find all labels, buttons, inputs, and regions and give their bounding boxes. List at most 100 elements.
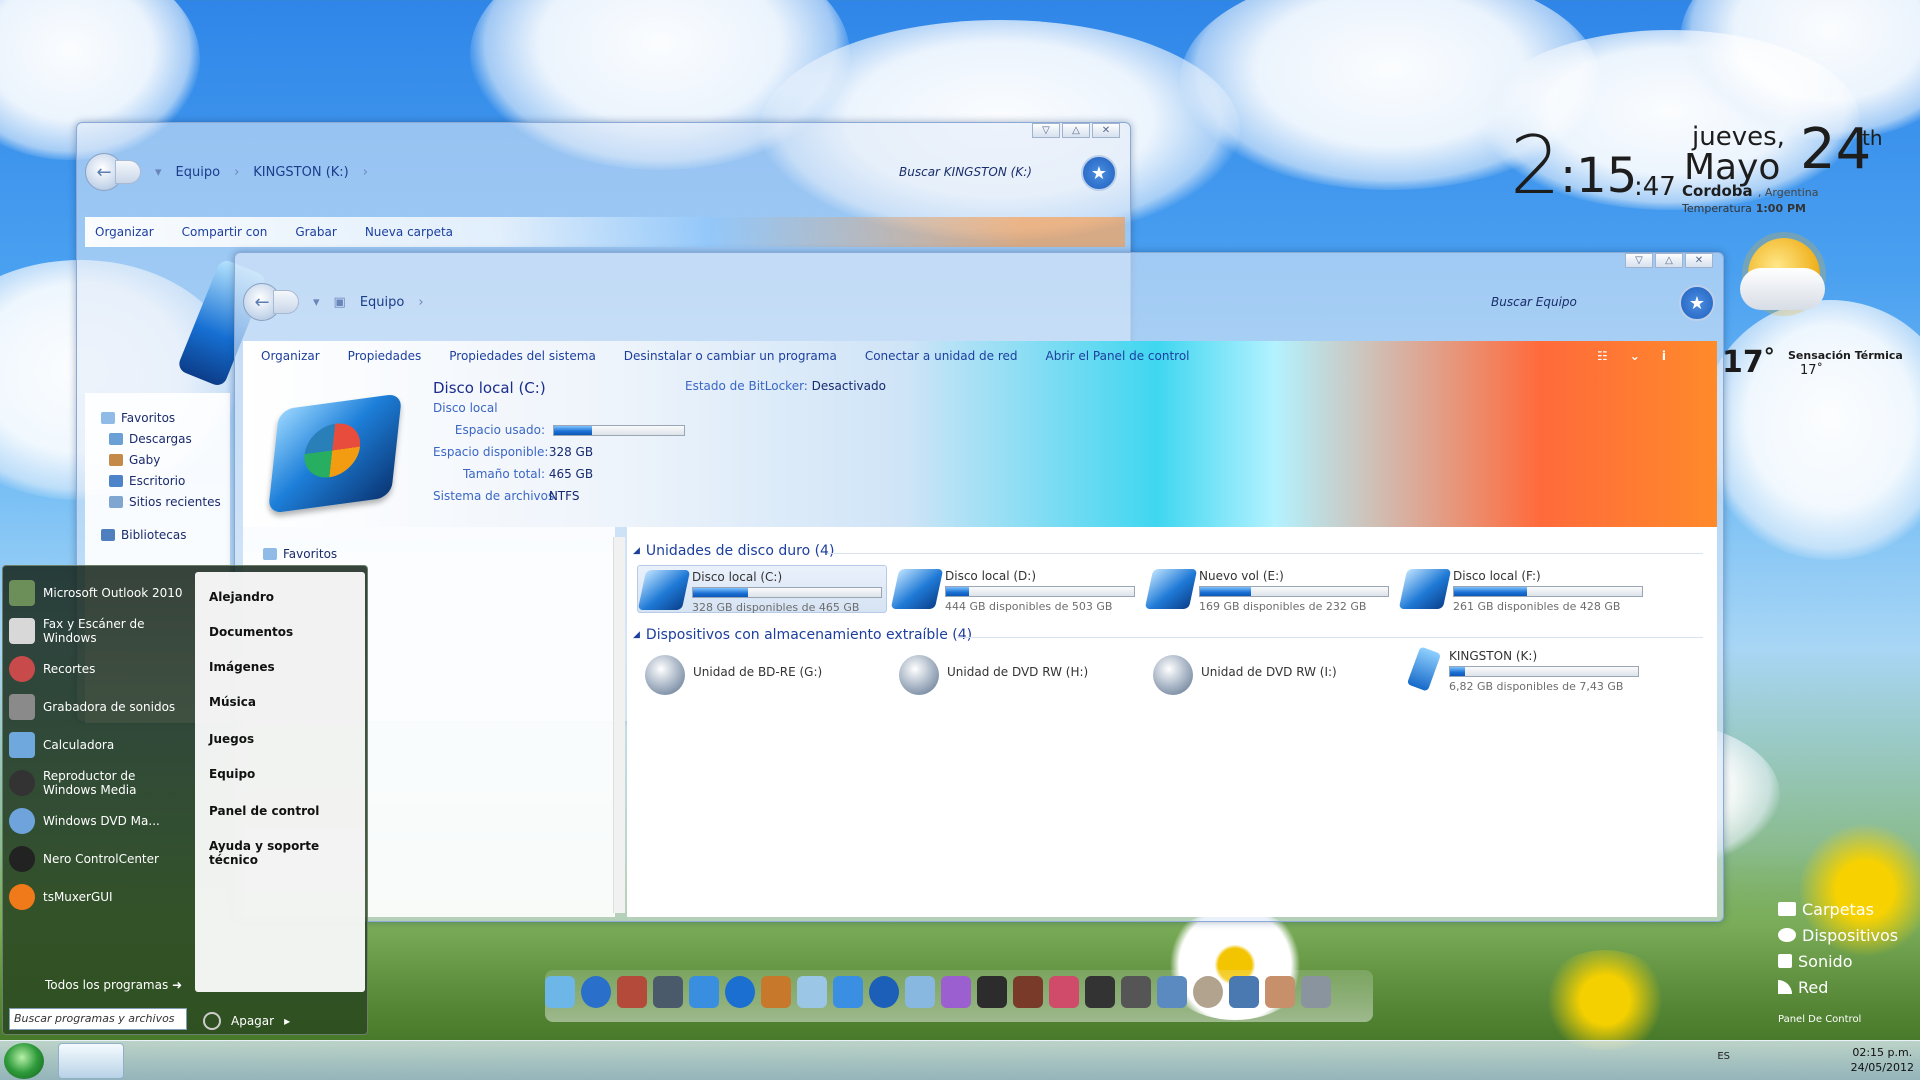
program-fax[interactable]: Fax y Escáner de Windows (9, 612, 189, 650)
cmd-grabar[interactable]: Grabar (295, 225, 337, 239)
dock-brush-icon[interactable] (941, 976, 971, 1008)
forward-button[interactable] (115, 160, 141, 184)
program-dvd-maker[interactable]: Windows DVD Ma... (9, 802, 189, 840)
drive-tile-k[interactable]: KINGSTON (K:) 6,82 GB disponibles de 7,43… (1399, 645, 1649, 693)
cmd-compartir[interactable]: Compartir con (182, 225, 268, 239)
system-clock[interactable]: 02:15 p.m. 24/05/2012 (1851, 1045, 1914, 1075)
close-button[interactable]: ✕ (1685, 253, 1713, 268)
program-recortes[interactable]: Recortes (9, 650, 189, 688)
arrow-right-icon[interactable]: ▸ (284, 1014, 290, 1028)
minimize-button[interactable]: ▽ (1032, 123, 1060, 138)
scrollbar[interactable] (613, 537, 625, 913)
cmd-panel-control[interactable]: Abrir el Panel de control (1046, 349, 1190, 363)
language-indicator[interactable]: ES (1717, 1051, 1730, 1062)
cmd-organizar[interactable]: Organizar (95, 225, 154, 239)
dock-vlc-icon[interactable] (1193, 976, 1223, 1008)
favorites-star-icon[interactable]: ★ (1081, 155, 1117, 191)
start-search-input[interactable]: Buscar programas y archivos (9, 1008, 187, 1030)
dock-media-icon[interactable] (1121, 976, 1151, 1008)
help-icon[interactable]: i (1662, 349, 1666, 363)
dock-network-icon[interactable] (869, 976, 899, 1008)
dock-feather-icon[interactable] (689, 976, 719, 1008)
drive-tile-f[interactable]: Disco local (F:) 261 GB disponibles de 42… (1398, 565, 1649, 613)
start-link-equipo[interactable]: Equipo (209, 767, 255, 781)
dock-document-icon[interactable] (833, 976, 863, 1008)
breadcrumb-kingston[interactable]: KINGSTON (K:) (253, 165, 349, 180)
nav-favoritos[interactable]: Favoritos (101, 407, 230, 428)
start-link-documentos[interactable]: Documentos (209, 625, 293, 639)
shutdown-button[interactable]: Apagar ▸ (203, 1012, 290, 1030)
minimize-button[interactable]: ▽ (1625, 253, 1653, 268)
program-tsmuxer[interactable]: tsMuxerGUI (9, 878, 189, 916)
nav-favoritos[interactable]: Favoritos (263, 543, 615, 564)
nav-escritorio[interactable]: Escritorio (101, 470, 230, 491)
cmd-propiedades[interactable]: Propiedades (348, 349, 422, 363)
cmd-conectar-unidad[interactable]: Conectar a unidad de red (865, 349, 1018, 363)
group-hard-drives[interactable]: ◢ Unidades de disco duro (4) (633, 543, 834, 559)
chevron-down-icon[interactable]: ▾ (313, 295, 320, 310)
drive-tile-c[interactable]: Disco local (C:) 328 GB disponibles de 46… (637, 565, 887, 614)
drive-tile-g[interactable]: Unidad de BD-RE (G:) (637, 651, 887, 699)
dock-wordpress-icon[interactable] (581, 976, 611, 1008)
nav-descargas[interactable]: Descargas (101, 428, 230, 449)
drive-tile-h[interactable]: Unidad de DVD RW (H:) (891, 651, 1141, 699)
dock-tools-icon[interactable] (617, 976, 647, 1008)
program-outlook[interactable]: Microsoft Outlook 2010 (9, 574, 189, 612)
cmd-organizar[interactable]: Organizar (261, 349, 320, 363)
drive-tile-d[interactable]: Disco local (D:) 444 GB disponibles de 50… (890, 565, 1141, 613)
drive-tile-i[interactable]: Unidad de DVD RW (I:) (1145, 651, 1395, 699)
close-button[interactable]: ✕ (1092, 123, 1120, 138)
cmd-propiedades-sistema[interactable]: Propiedades del sistema (449, 349, 596, 363)
start-orb-button[interactable] (4, 1043, 44, 1079)
dock-speaker-icon[interactable] (653, 976, 683, 1008)
start-link-imagenes[interactable]: Imágenes (209, 660, 275, 674)
breadcrumb-equipo[interactable]: Equipo (360, 295, 405, 310)
dock-monitor-icon[interactable] (1157, 976, 1187, 1008)
start-link-ayuda[interactable]: Ayuda y soporte técnico (209, 839, 365, 867)
dock-hand-icon[interactable] (1085, 976, 1115, 1008)
nav-bibliotecas[interactable]: Bibliotecas (101, 524, 230, 545)
search-input[interactable]: Buscar KINGSTON (K:) (899, 165, 1032, 179)
maximize-button[interactable]: △ (1655, 253, 1683, 268)
program-calculadora[interactable]: Calculadora (9, 726, 189, 764)
link-control-panel[interactable]: Panel De Control (1778, 1006, 1898, 1032)
link-sound[interactable]: Sonido (1778, 948, 1898, 974)
dock-people-icon[interactable] (1013, 976, 1043, 1008)
link-network[interactable]: Red (1778, 974, 1898, 1000)
start-link-alejandro[interactable]: Alejandro (209, 590, 274, 604)
link-devices[interactable]: Dispositivos (1778, 922, 1898, 948)
taskbar-explorer-button[interactable] (58, 1043, 124, 1079)
group-removable[interactable]: ◢ Dispositivos con almacenamiento extraíb… (633, 627, 972, 643)
start-link-juegos[interactable]: Juegos (209, 732, 254, 746)
program-media-player[interactable]: Reproductor de Windows Media (9, 764, 189, 802)
dock-photo-icon[interactable] (1265, 976, 1295, 1008)
program-grabadora[interactable]: Grabadora de sonidos (9, 688, 189, 726)
all-programs-button[interactable]: Todos los programas ➜ (45, 978, 182, 992)
forward-button[interactable] (273, 290, 299, 314)
cmd-desinstalar[interactable]: Desinstalar o cambiar un programa (624, 349, 837, 363)
dock-mail-icon[interactable] (797, 976, 827, 1008)
start-link-panel-control[interactable]: Panel de control (209, 804, 319, 818)
dock-apps-icon[interactable] (1049, 976, 1079, 1008)
dock-notes-icon[interactable] (905, 976, 935, 1008)
maximize-button[interactable]: △ (1062, 123, 1090, 138)
view-icon[interactable]: ☷ (1597, 349, 1608, 363)
dock-camera-icon[interactable] (977, 976, 1007, 1008)
link-folders[interactable]: Carpetas (1778, 896, 1898, 922)
nav-sitios-recientes[interactable]: Sitios recientes (101, 491, 230, 512)
program-nero[interactable]: Nero ControlCenter (9, 840, 189, 878)
breadcrumb-equipo[interactable]: Equipo (176, 165, 221, 180)
chevron-down-icon[interactable]: ▾ (155, 165, 162, 180)
favorites-star-icon[interactable]: ★ (1679, 285, 1715, 321)
dock-globe-icon[interactable] (725, 976, 755, 1008)
dock-calendar-icon[interactable] (545, 976, 575, 1008)
preview-pane-icon[interactable]: ⌄ (1630, 349, 1640, 363)
nav-gaby[interactable]: Gaby (101, 449, 230, 470)
dock-computer-icon[interactable] (1229, 976, 1259, 1008)
dock-recycle-bin-icon[interactable] (1301, 976, 1331, 1008)
start-link-musica[interactable]: Música (209, 695, 256, 709)
drive-tile-e[interactable]: Nuevo vol (E:) 169 GB disponibles de 232 … (1144, 565, 1395, 613)
cmd-nueva-carpeta[interactable]: Nueva carpeta (365, 225, 453, 239)
dock-run-icon[interactable] (761, 976, 791, 1008)
search-input[interactable]: Buscar Equipo (1491, 295, 1577, 309)
